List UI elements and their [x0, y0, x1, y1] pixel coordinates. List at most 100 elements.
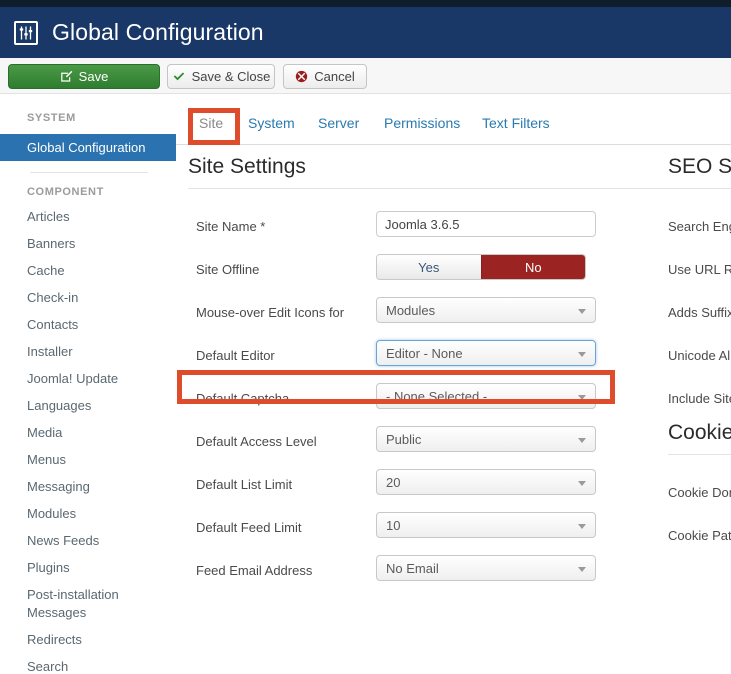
sidebar-item-label: Redirects	[27, 632, 82, 647]
sidebar-item-label: Cache	[27, 263, 65, 278]
select-value: - None Selected -	[377, 389, 487, 404]
page-title: Global Configuration	[52, 19, 264, 46]
admin-menu-bar-strip	[0, 0, 731, 7]
check-icon	[172, 70, 186, 83]
default-feed-limit-select[interactable]: 10	[376, 512, 596, 538]
save-and-close-button[interactable]: Save & Close	[167, 64, 275, 89]
default-feed-limit-label: Default Feed Limit	[196, 520, 302, 535]
tab-label: Site	[199, 115, 223, 131]
field-row-default-list-limit: Default List Limit 20	[188, 467, 682, 510]
sidebar-item-label: Languages	[27, 398, 91, 413]
default-captcha-select[interactable]: - None Selected -	[376, 383, 596, 409]
sidebar-item-banners[interactable]: Banners	[0, 236, 176, 251]
cookie-path-label: Cookie Path	[668, 528, 731, 543]
sidebar-item-search[interactable]: Search	[0, 659, 176, 674]
sliders-icon	[14, 21, 38, 45]
sidebar-item-joomla-update[interactable]: Joomla! Update	[0, 371, 176, 386]
chevron-down-icon	[578, 352, 586, 357]
tab-site[interactable]: Site	[199, 115, 223, 131]
field-row-feed-email-address: Feed Email Address No Email	[188, 553, 682, 596]
field-row-default-editor: Default Editor Editor - None	[188, 338, 682, 381]
field-row-unicode-aliases: Unicode Aliases	[668, 338, 731, 381]
field-row-use-url-rewriting: Use URL Rewriting	[668, 252, 731, 295]
select-value: 10	[377, 518, 400, 533]
field-row-site-name: Site Name *	[188, 209, 682, 252]
sidebar-item-label: News Feeds	[27, 533, 99, 548]
field-row-mouseover-edit-icons: Mouse-over Edit Icons for Modules	[188, 295, 682, 338]
cancel-button[interactable]: Cancel	[283, 64, 367, 89]
toolbar: Save Save & Close Cancel	[0, 58, 731, 94]
save-button[interactable]: Save	[8, 64, 160, 89]
sidebar-item-label-line2: Messages	[27, 605, 176, 620]
sidebar-item-menus[interactable]: Menus	[0, 452, 176, 467]
sidebar-item-global-configuration[interactable]: Global Configuration	[0, 134, 176, 161]
sidebar-item-news-feeds[interactable]: News Feeds	[0, 533, 176, 548]
default-editor-select[interactable]: Editor - None	[376, 340, 596, 366]
sidebar-item-media[interactable]: Media	[0, 425, 176, 440]
site-settings-panel: Site Settings Site Name * Site Offline Y…	[188, 155, 682, 596]
select-value: Modules	[377, 303, 435, 318]
section-divider	[668, 188, 731, 189]
sidebar-item-installer[interactable]: Installer	[0, 344, 176, 359]
tab-system[interactable]: System	[248, 115, 295, 131]
field-row-cookie-domain: Cookie Domain	[668, 475, 731, 518]
tab-label: Text Filters	[482, 115, 550, 131]
sidebar-item-articles[interactable]: Articles	[0, 209, 176, 224]
field-row-default-access-level: Default Access Level Public	[188, 424, 682, 467]
feed-email-address-select[interactable]: No Email	[376, 555, 596, 581]
chevron-down-icon	[578, 567, 586, 572]
sidebar: SYSTEM Global Configuration COMPONENT Ar…	[0, 95, 176, 617]
chevron-down-icon	[578, 524, 586, 529]
sidebar-item-redirects[interactable]: Redirects	[0, 632, 176, 647]
sidebar-item-plugins[interactable]: Plugins	[0, 560, 176, 575]
sidebar-item-label: Menus	[27, 452, 66, 467]
seo-and-cookie-panel: SEO Settings Search Engine Friendly URLs…	[668, 155, 731, 561]
sidebar-item-check-in[interactable]: Check-in	[0, 290, 176, 305]
sidebar-item-label: Joomla! Update	[27, 371, 118, 386]
field-row-search-engine-friendly-urls: Search Engine Friendly URLs	[668, 209, 731, 252]
seo-settings-title: SEO Settings	[668, 155, 731, 188]
field-row-default-captcha: Default Captcha - None Selected -	[188, 381, 682, 424]
sidebar-item-languages[interactable]: Languages	[0, 398, 176, 413]
sidebar-item-label: Banners	[27, 236, 75, 251]
use-url-rewriting-label: Use URL Rewriting	[668, 262, 731, 277]
tab-permissions[interactable]: Permissions	[384, 115, 460, 131]
save-button-label: Save	[79, 69, 109, 84]
sidebar-item-label: Contacts	[27, 317, 78, 332]
site-offline-toggle[interactable]: Yes No	[376, 254, 586, 280]
mouseover-edit-icons-select[interactable]: Modules	[376, 297, 596, 323]
site-offline-no-option[interactable]: No	[481, 255, 586, 279]
tab-label: Server	[318, 115, 359, 131]
select-value: No Email	[377, 561, 439, 576]
sidebar-item-cache[interactable]: Cache	[0, 263, 176, 278]
site-name-label: Site Name *	[196, 219, 265, 234]
sidebar-item-label: Messaging	[27, 479, 90, 494]
default-list-limit-label: Default List Limit	[196, 477, 292, 492]
sidebar-item-label: Global Configuration	[27, 140, 146, 155]
tab-label: Permissions	[384, 115, 460, 131]
sidebar-item-modules[interactable]: Modules	[0, 506, 176, 521]
field-row-include-site-name-in-page-titles: Include Site Name in Page Titles	[668, 381, 731, 421]
mouseover-edit-icons-label: Mouse-over Edit Icons for	[196, 305, 344, 320]
settings-tabs: Site System Server Permissions Text Filt…	[176, 95, 731, 145]
sidebar-item-messaging[interactable]: Messaging	[0, 479, 176, 494]
tab-text-filters[interactable]: Text Filters	[482, 115, 550, 131]
search-engine-friendly-urls-label: Search Engine Friendly URLs	[668, 219, 731, 234]
select-value: Public	[377, 432, 421, 447]
default-editor-label: Default Editor	[196, 348, 275, 363]
cookie-settings-title: Cookie Settings	[668, 421, 731, 454]
sidebar-item-post-installation-messages[interactable]: Post-installation Messages	[0, 587, 176, 620]
page-header: Global Configuration	[0, 7, 731, 58]
site-offline-yes-option[interactable]: Yes	[377, 255, 481, 279]
sidebar-item-contacts[interactable]: Contacts	[0, 317, 176, 332]
save-and-close-button-label: Save & Close	[192, 69, 271, 84]
sidebar-item-label: Installer	[27, 344, 73, 359]
tab-server[interactable]: Server	[318, 115, 359, 131]
default-access-level-select[interactable]: Public	[376, 426, 596, 452]
unicode-aliases-label: Unicode Aliases	[668, 348, 731, 363]
sidebar-item-label: Plugins	[27, 560, 70, 575]
sidebar-item-label: Search	[27, 659, 68, 674]
site-name-input[interactable]	[376, 211, 596, 237]
chevron-down-icon	[578, 309, 586, 314]
default-list-limit-select[interactable]: 20	[376, 469, 596, 495]
